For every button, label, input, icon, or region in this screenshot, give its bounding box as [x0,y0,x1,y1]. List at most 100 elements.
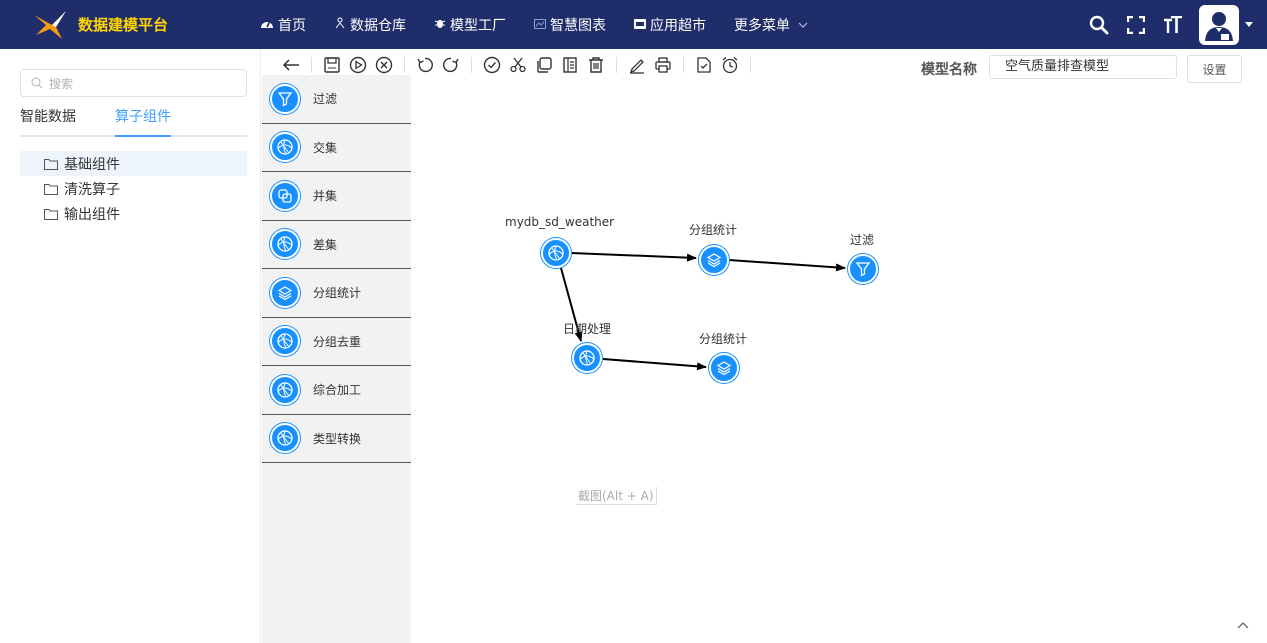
nav-item-more-menu[interactable]: 更多菜单 [734,15,808,35]
play-icon[interactable] [347,54,369,76]
delete-icon[interactable] [585,54,607,76]
edge-date-process-to-group-stats [602,358,707,371]
palette-label: 类型转换 [313,431,362,446]
search-icon [31,77,43,89]
globe-icon [548,245,564,261]
globe-icon [270,229,300,260]
node-label-group-stats: 分组统计 [689,223,738,237]
export-icon[interactable] [693,54,715,76]
globe-icon [270,132,300,163]
toolbar-divider [750,57,751,73]
chevron-up-icon[interactable] [1237,617,1249,633]
palette-item-intersect[interactable]: 交集 [262,124,411,172]
nav-label: 应用超市 [650,17,706,34]
left-panel: 搜索 智能数据 算子组件 基础组件 清洗算子 输出组件 [0,49,261,643]
nav-label: 模型工厂 [450,17,506,34]
palette-label: 分组统计 [313,286,362,301]
undo-icon[interactable] [414,54,436,76]
left-tabs: 智能数据 算子组件 [20,105,247,137]
filter-icon [855,262,871,277]
edge-layer [560,252,846,371]
folder-icon [44,158,58,170]
node-label-date-process: 日期处理 [563,322,612,336]
model-canvas[interactable]: mydb_sd_weather 分组统计 过滤 日期处理 分组统计 截图(Alt… [411,75,1267,643]
palette-item-group-stats[interactable]: 分组统计 [262,269,411,318]
component-tree: 基础组件 清洗算子 输出组件 [20,151,247,226]
globe-icon [270,326,300,357]
union-icon [270,180,300,211]
palette-item-type-convert[interactable]: 类型转换 [262,415,411,463]
nav-item-app-store[interactable]: 应用超市 [634,15,706,35]
tree-item-label: 输出组件 [64,206,120,223]
folder-icon [44,183,58,195]
node-label-group-stats-2: 分组统计 [699,332,748,346]
layers-icon [716,361,732,376]
nav-label: 智慧图表 [550,17,606,34]
layers-icon [706,253,722,268]
node-group-stats-2[interactable] [709,353,739,383]
palette-label: 综合加工 [313,383,362,398]
user-tree-icon [334,17,346,32]
toolbar-divider [471,57,472,73]
node-filter[interactable] [848,254,878,284]
cut-icon[interactable] [507,54,529,76]
app-logo[interactable]: 数据建模平台 [32,9,242,41]
node-label-filter: 过滤 [850,233,875,247]
folder-icon [44,208,58,220]
check-icon[interactable] [481,54,503,76]
header-tools [1071,0,1253,49]
app-title: 数据建模平台 [78,16,169,34]
globe-icon [270,423,300,454]
font-size-icon[interactable] [1163,15,1183,34]
dashboard-icon [260,17,274,32]
palette-label: 分组去重 [313,334,362,349]
node-date-process[interactable] [572,343,602,373]
toolbar-divider [616,57,617,73]
palette-item-difference[interactable]: 差集 [262,221,411,269]
caret-down-icon[interactable] [1245,19,1253,30]
palette-item-group-dedup[interactable]: 分组去重 [262,318,411,366]
palette-item-filter[interactable]: 过滤 [262,75,411,124]
store-icon [634,18,646,32]
redo-icon[interactable] [440,54,462,76]
filter-icon [270,83,300,114]
fullscreen-icon[interactable] [1127,15,1145,34]
palette-label: 并集 [313,189,338,204]
edit-icon[interactable] [626,54,648,76]
copy-icon[interactable] [533,54,555,76]
bug-icon [434,17,446,32]
tree-item-label: 清洗算子 [64,181,120,198]
search-placeholder: 搜索 [49,76,74,91]
print-icon[interactable] [652,54,674,76]
chevron-down-icon [798,18,808,31]
palette-label: 交集 [313,140,338,155]
search-input[interactable]: 搜索 [20,69,247,97]
search-icon[interactable] [1089,15,1109,35]
nav-item-model-factory[interactable]: 模型工厂 [434,15,506,35]
node-label-weather: mydb_sd_weather [505,215,615,229]
stop-icon[interactable] [373,54,395,76]
save-icon[interactable] [321,54,343,76]
palette-item-union[interactable]: 并集 [262,172,411,221]
chart-card-icon [534,18,546,32]
document-icon[interactable] [559,54,581,76]
nav-label: 更多菜单 [734,17,790,34]
node-group-stats[interactable] [699,245,729,275]
tree-item-cleaning[interactable]: 清洗算子 [20,176,247,201]
nav-label: 首页 [278,17,306,34]
toolbar-divider [311,57,312,73]
tree-item-output[interactable]: 输出组件 [20,201,247,226]
nav-item-home[interactable]: 首页 [260,15,306,35]
alarm-icon[interactable] [719,54,741,76]
back-arrow-icon[interactable] [280,54,302,76]
nav-item-smart-charts[interactable]: 智慧图表 [534,15,606,35]
tree-item-basic[interactable]: 基础组件 [20,151,247,176]
palette-item-processing[interactable]: 综合加工 [262,366,411,415]
tree-item-label: 基础组件 [64,156,120,173]
node-weather[interactable] [541,238,571,268]
tab-smart-data[interactable]: 智能数据 [20,105,115,137]
nav-item-warehouse[interactable]: 数据仓库 [334,15,406,35]
tab-operator-components[interactable]: 算子组件 [115,105,171,137]
avatar[interactable] [1199,4,1239,45]
bird-logo-icon [34,10,66,39]
